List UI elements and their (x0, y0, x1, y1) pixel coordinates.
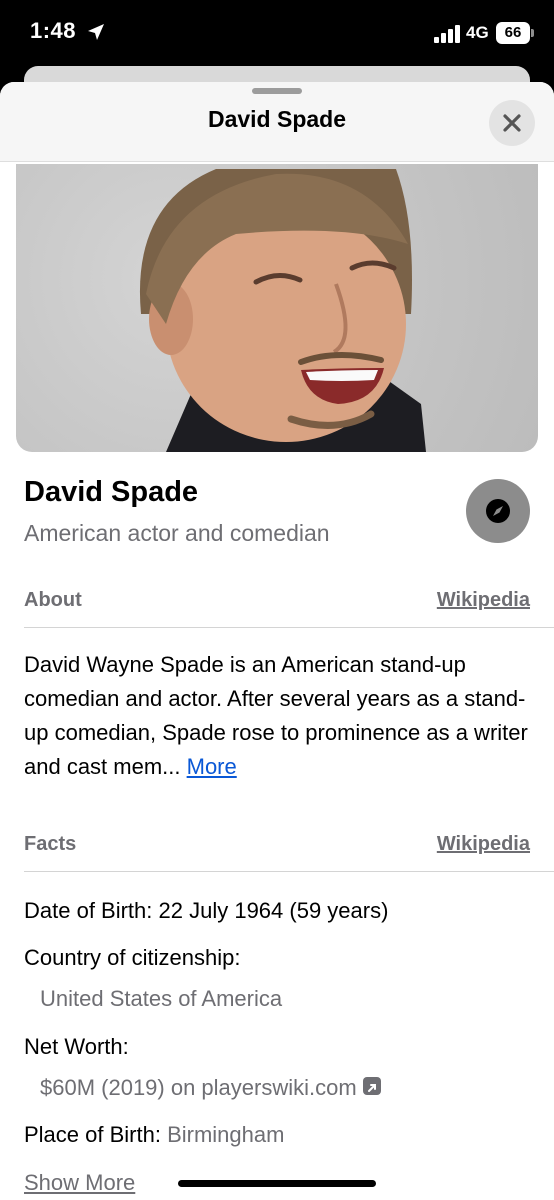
compass-icon (486, 499, 510, 523)
more-link[interactable]: More (187, 754, 237, 779)
facts-label: Facts (24, 833, 77, 855)
about-divider (24, 627, 554, 628)
sheet-title: David Spade (207, 106, 347, 132)
person-name: David Spade (24, 476, 199, 508)
about-text: David Wayne Spade is an American stand-u… (24, 648, 534, 784)
net-worth-label: Net Worth: (24, 1034, 129, 1059)
facts-divider (24, 871, 554, 872)
about-label: About (24, 589, 82, 611)
cellular-signal-icon (434, 25, 460, 43)
battery-indicator: 66 (496, 22, 530, 44)
close-button[interactable] (489, 100, 535, 146)
fact-date-of-birth: Date of Birth: 22 July 1964 (59 years) (24, 898, 388, 924)
place-of-birth-value: Birmingham (167, 1122, 285, 1147)
status-time: 1:48 (30, 18, 77, 43)
compass-button[interactable] (466, 479, 530, 543)
about-body: David Wayne Spade is an American stand-u… (24, 652, 528, 779)
fact-place-of-birth: Place of Birth: Birmingham (24, 1122, 284, 1148)
facts-section-header: Facts Wikipedia (24, 833, 530, 863)
date-of-birth-label: Date of Birth: (24, 898, 153, 923)
person-photo (16, 164, 538, 452)
net-worth-link[interactable]: $60M (2019) on playerswiki.com (40, 1075, 381, 1101)
place-of-birth-label: Place of Birth: (24, 1122, 161, 1147)
location-arrow-icon (88, 24, 104, 40)
sheet-grabber[interactable] (252, 88, 302, 94)
battery-tip (531, 29, 534, 37)
facts-wikipedia-link[interactable]: Wikipedia (437, 833, 530, 856)
about-wikipedia-link[interactable]: Wikipedia (437, 589, 530, 612)
external-link-icon (362, 1077, 381, 1095)
net-worth-value[interactable]: $60M (2019) on playerswiki.com (40, 1075, 357, 1100)
status-bar: 1:48 4G 66 (0, 0, 554, 66)
date-of-birth-value: 22 July 1964 (59 years) (158, 898, 389, 923)
person-subtitle: American actor and comedian (24, 520, 330, 546)
knowledge-sheet: David Spade David Spade American actor a… (0, 82, 554, 1200)
home-indicator[interactable] (178, 1180, 376, 1187)
close-icon (503, 114, 521, 132)
show-more-link[interactable]: Show More (24, 1170, 135, 1196)
citizenship-value: United States of America (40, 986, 283, 1011)
citizenship-label: Country of citizenship: (24, 945, 241, 970)
about-section-header: About Wikipedia (24, 589, 530, 619)
sheet-header: David Spade (0, 82, 554, 162)
network-type: 4G (466, 23, 489, 42)
